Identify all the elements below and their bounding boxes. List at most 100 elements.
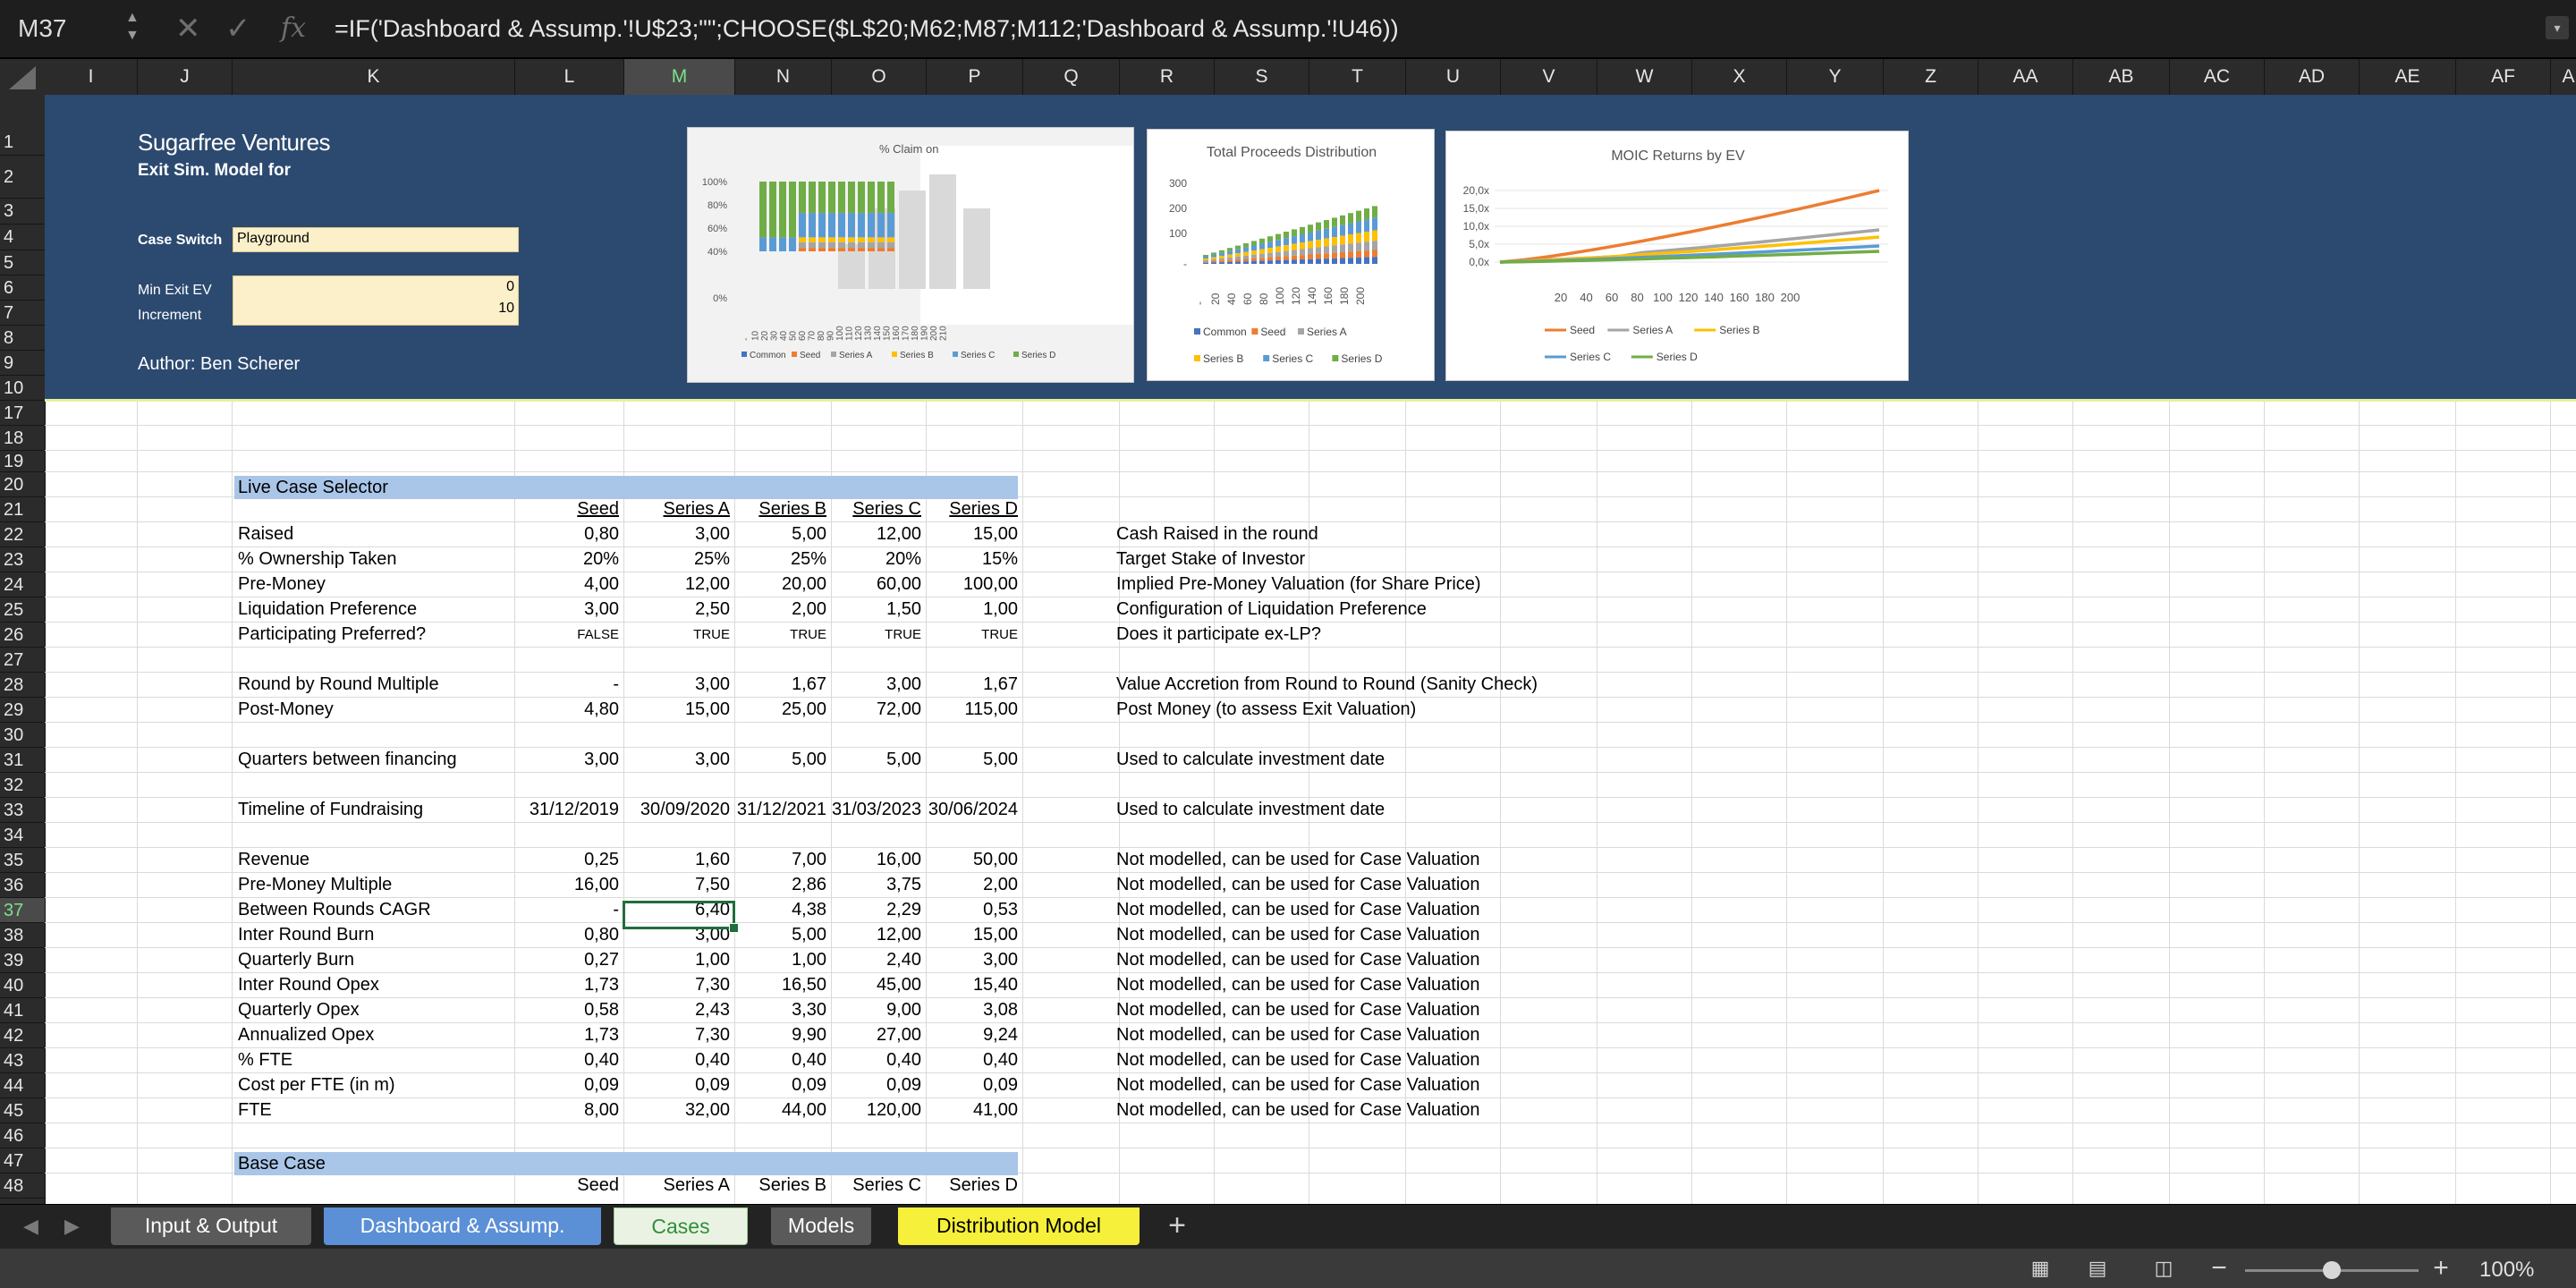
row-note[interactable]: Configuration of Liquidation Preference xyxy=(1116,597,1653,622)
value-cell[interactable]: 16,50 xyxy=(735,973,826,997)
column-header-n[interactable]: N xyxy=(735,59,832,95)
zoom-level[interactable]: 100% xyxy=(2479,1256,2534,1284)
value-cell[interactable]: 4,00 xyxy=(515,572,619,597)
page-layout-icon[interactable]: ▤ xyxy=(2084,1256,2111,1281)
row-header-32[interactable]: 32 xyxy=(0,773,45,798)
row-header-18[interactable]: 18 xyxy=(0,426,45,451)
row-header-36[interactable]: 36 xyxy=(0,873,45,898)
value-cell[interactable]: 31/12/2019 xyxy=(515,798,619,822)
row-header-39[interactable]: 39 xyxy=(0,948,45,973)
row-header-24[interactable]: 24 xyxy=(0,572,45,597)
row-header-46[interactable]: 46 xyxy=(0,1123,45,1148)
value-cell[interactable]: 0,53 xyxy=(927,898,1018,922)
row-note[interactable]: Implied Pre-Money Valuation (for Share P… xyxy=(1116,572,1653,597)
row-header-21[interactable]: 21 xyxy=(0,497,45,522)
value-cell[interactable]: 12,00 xyxy=(624,572,730,597)
value-cell[interactable]: 45,00 xyxy=(832,973,921,997)
value-cell[interactable]: 0,09 xyxy=(515,1073,619,1097)
column-header-y[interactable]: Y xyxy=(1787,59,1884,95)
row-note[interactable]: Not modelled, can be used for Case Valua… xyxy=(1116,873,1653,897)
value-cell[interactable]: 12,00 xyxy=(832,522,921,547)
value-cell[interactable]: 7,50 xyxy=(624,873,730,897)
value-cell[interactable]: 1,67 xyxy=(735,673,826,697)
value-cell[interactable]: 4,80 xyxy=(515,698,619,722)
row-header-26[interactable]: 26 xyxy=(0,623,45,648)
value-cell[interactable]: 15,00 xyxy=(927,522,1018,547)
value-cell[interactable]: 44,00 xyxy=(735,1098,826,1123)
row-note[interactable]: Used to calculate investment date xyxy=(1116,798,1653,822)
value-cell[interactable]: 0,40 xyxy=(832,1048,921,1072)
value-cell[interactable]: 1,50 xyxy=(832,597,921,622)
value-cell[interactable]: 41,00 xyxy=(927,1098,1018,1123)
column-header-ab[interactable]: AB xyxy=(2073,59,2170,95)
value-cell[interactable]: 2,50 xyxy=(624,597,730,622)
value-cell[interactable]: TRUE xyxy=(735,623,826,647)
value-cell[interactable]: 31/03/2023 xyxy=(832,798,921,822)
value-cell[interactable]: 0,80 xyxy=(515,923,619,947)
column-header-l[interactable]: L xyxy=(515,59,624,95)
column-header-p[interactable]: P xyxy=(927,59,1023,95)
row-header-37[interactable]: 37 xyxy=(0,898,45,923)
value-cell[interactable]: 2,43 xyxy=(624,998,730,1022)
column-header-af[interactable]: AF xyxy=(2456,59,2551,95)
value-cell[interactable]: 2,40 xyxy=(832,948,921,972)
row-note[interactable]: Not modelled, can be used for Case Valua… xyxy=(1116,848,1653,872)
value-cell[interactable]: 5,00 xyxy=(735,923,826,947)
value-cell[interactable]: 1,60 xyxy=(624,848,730,872)
value-cell[interactable]: 1,73 xyxy=(515,973,619,997)
value-cell[interactable]: 60,00 xyxy=(832,572,921,597)
value-cell[interactable]: 1,00 xyxy=(735,948,826,972)
row-header-47[interactable]: 47 xyxy=(0,1148,45,1174)
checkmark-icon[interactable]: ✓ xyxy=(225,5,251,52)
column-header-j[interactable]: J xyxy=(138,59,233,95)
base-case-col-header[interactable]: Series D xyxy=(927,1174,1018,1198)
column-header-ad[interactable]: AD xyxy=(2265,59,2360,95)
row-note[interactable]: Not modelled, can be used for Case Valua… xyxy=(1116,948,1653,972)
value-cell[interactable]: TRUE xyxy=(832,623,921,647)
fill-handle[interactable] xyxy=(729,923,739,933)
value-cell[interactable]: 15,00 xyxy=(624,698,730,722)
row-label[interactable]: Round by Round Multiple xyxy=(238,673,506,697)
value-cell[interactable]: 5,00 xyxy=(832,748,921,772)
value-cell[interactable]: 2,86 xyxy=(735,873,826,897)
row-label[interactable]: Revenue xyxy=(238,848,506,872)
proceeds-chart[interactable]: Total Proceeds Distribution 300 200 100- -20… xyxy=(1147,129,1435,381)
value-cell[interactable]: 7,00 xyxy=(735,848,826,872)
value-cell[interactable]: 15% xyxy=(927,547,1018,572)
value-cell[interactable]: 2,00 xyxy=(735,597,826,622)
base-case-col-header[interactable]: Seed xyxy=(515,1174,619,1198)
value-cell[interactable]: 30/06/2024 xyxy=(927,798,1018,822)
base-case-col-header[interactable]: Series C xyxy=(832,1174,921,1198)
value-cell[interactable]: 9,00 xyxy=(832,998,921,1022)
column-header-s[interactable]: S xyxy=(1215,59,1309,95)
value-cell[interactable]: 4,38 xyxy=(735,898,826,922)
row-header-23[interactable]: 23 xyxy=(0,547,45,572)
sheet-tab-input-output[interactable]: Input & Output xyxy=(111,1208,311,1245)
row-label[interactable]: % Ownership Taken xyxy=(238,547,506,572)
row-label[interactable]: Raised xyxy=(238,522,506,547)
column-header-t[interactable]: T xyxy=(1309,59,1406,95)
row-note[interactable]: Post Money (to assess Exit Valuation) xyxy=(1116,698,1653,722)
value-cell[interactable]: 0,27 xyxy=(515,948,619,972)
row-header-7[interactable]: 7 xyxy=(0,301,45,326)
value-cell[interactable]: 3,00 xyxy=(832,673,921,697)
row-header-3[interactable]: 3 xyxy=(0,199,45,225)
normal-view-icon[interactable]: ▦ xyxy=(2027,1256,2054,1281)
page-break-icon[interactable]: ◫ xyxy=(2150,1256,2177,1281)
value-cell[interactable]: 31/12/2021 xyxy=(735,798,826,822)
value-cell[interactable]: 9,90 xyxy=(735,1023,826,1047)
row-header-17[interactable]: 17 xyxy=(0,401,45,426)
value-cell[interactable]: 9,24 xyxy=(927,1023,1018,1047)
value-cell[interactable]: 50,00 xyxy=(927,848,1018,872)
row-note[interactable]: Not modelled, can be used for Case Valua… xyxy=(1116,973,1653,997)
value-cell[interactable]: 25,00 xyxy=(735,698,826,722)
row-label[interactable]: Participating Preferred? xyxy=(238,623,506,647)
claim-chart[interactable]: % Claim on 100% 80% 60% 40% 0% -10 20 30 40 50 60 70… xyxy=(687,127,1134,383)
row-header-31[interactable]: 31 xyxy=(0,748,45,773)
column-header-z[interactable]: Z xyxy=(1884,59,1979,95)
value-cell[interactable]: 120,00 xyxy=(832,1098,921,1123)
value-cell[interactable]: 25% xyxy=(624,547,730,572)
value-cell[interactable]: 7,30 xyxy=(624,973,730,997)
value-cell[interactable]: 0,40 xyxy=(927,1048,1018,1072)
value-cell[interactable]: 3,75 xyxy=(832,873,921,897)
